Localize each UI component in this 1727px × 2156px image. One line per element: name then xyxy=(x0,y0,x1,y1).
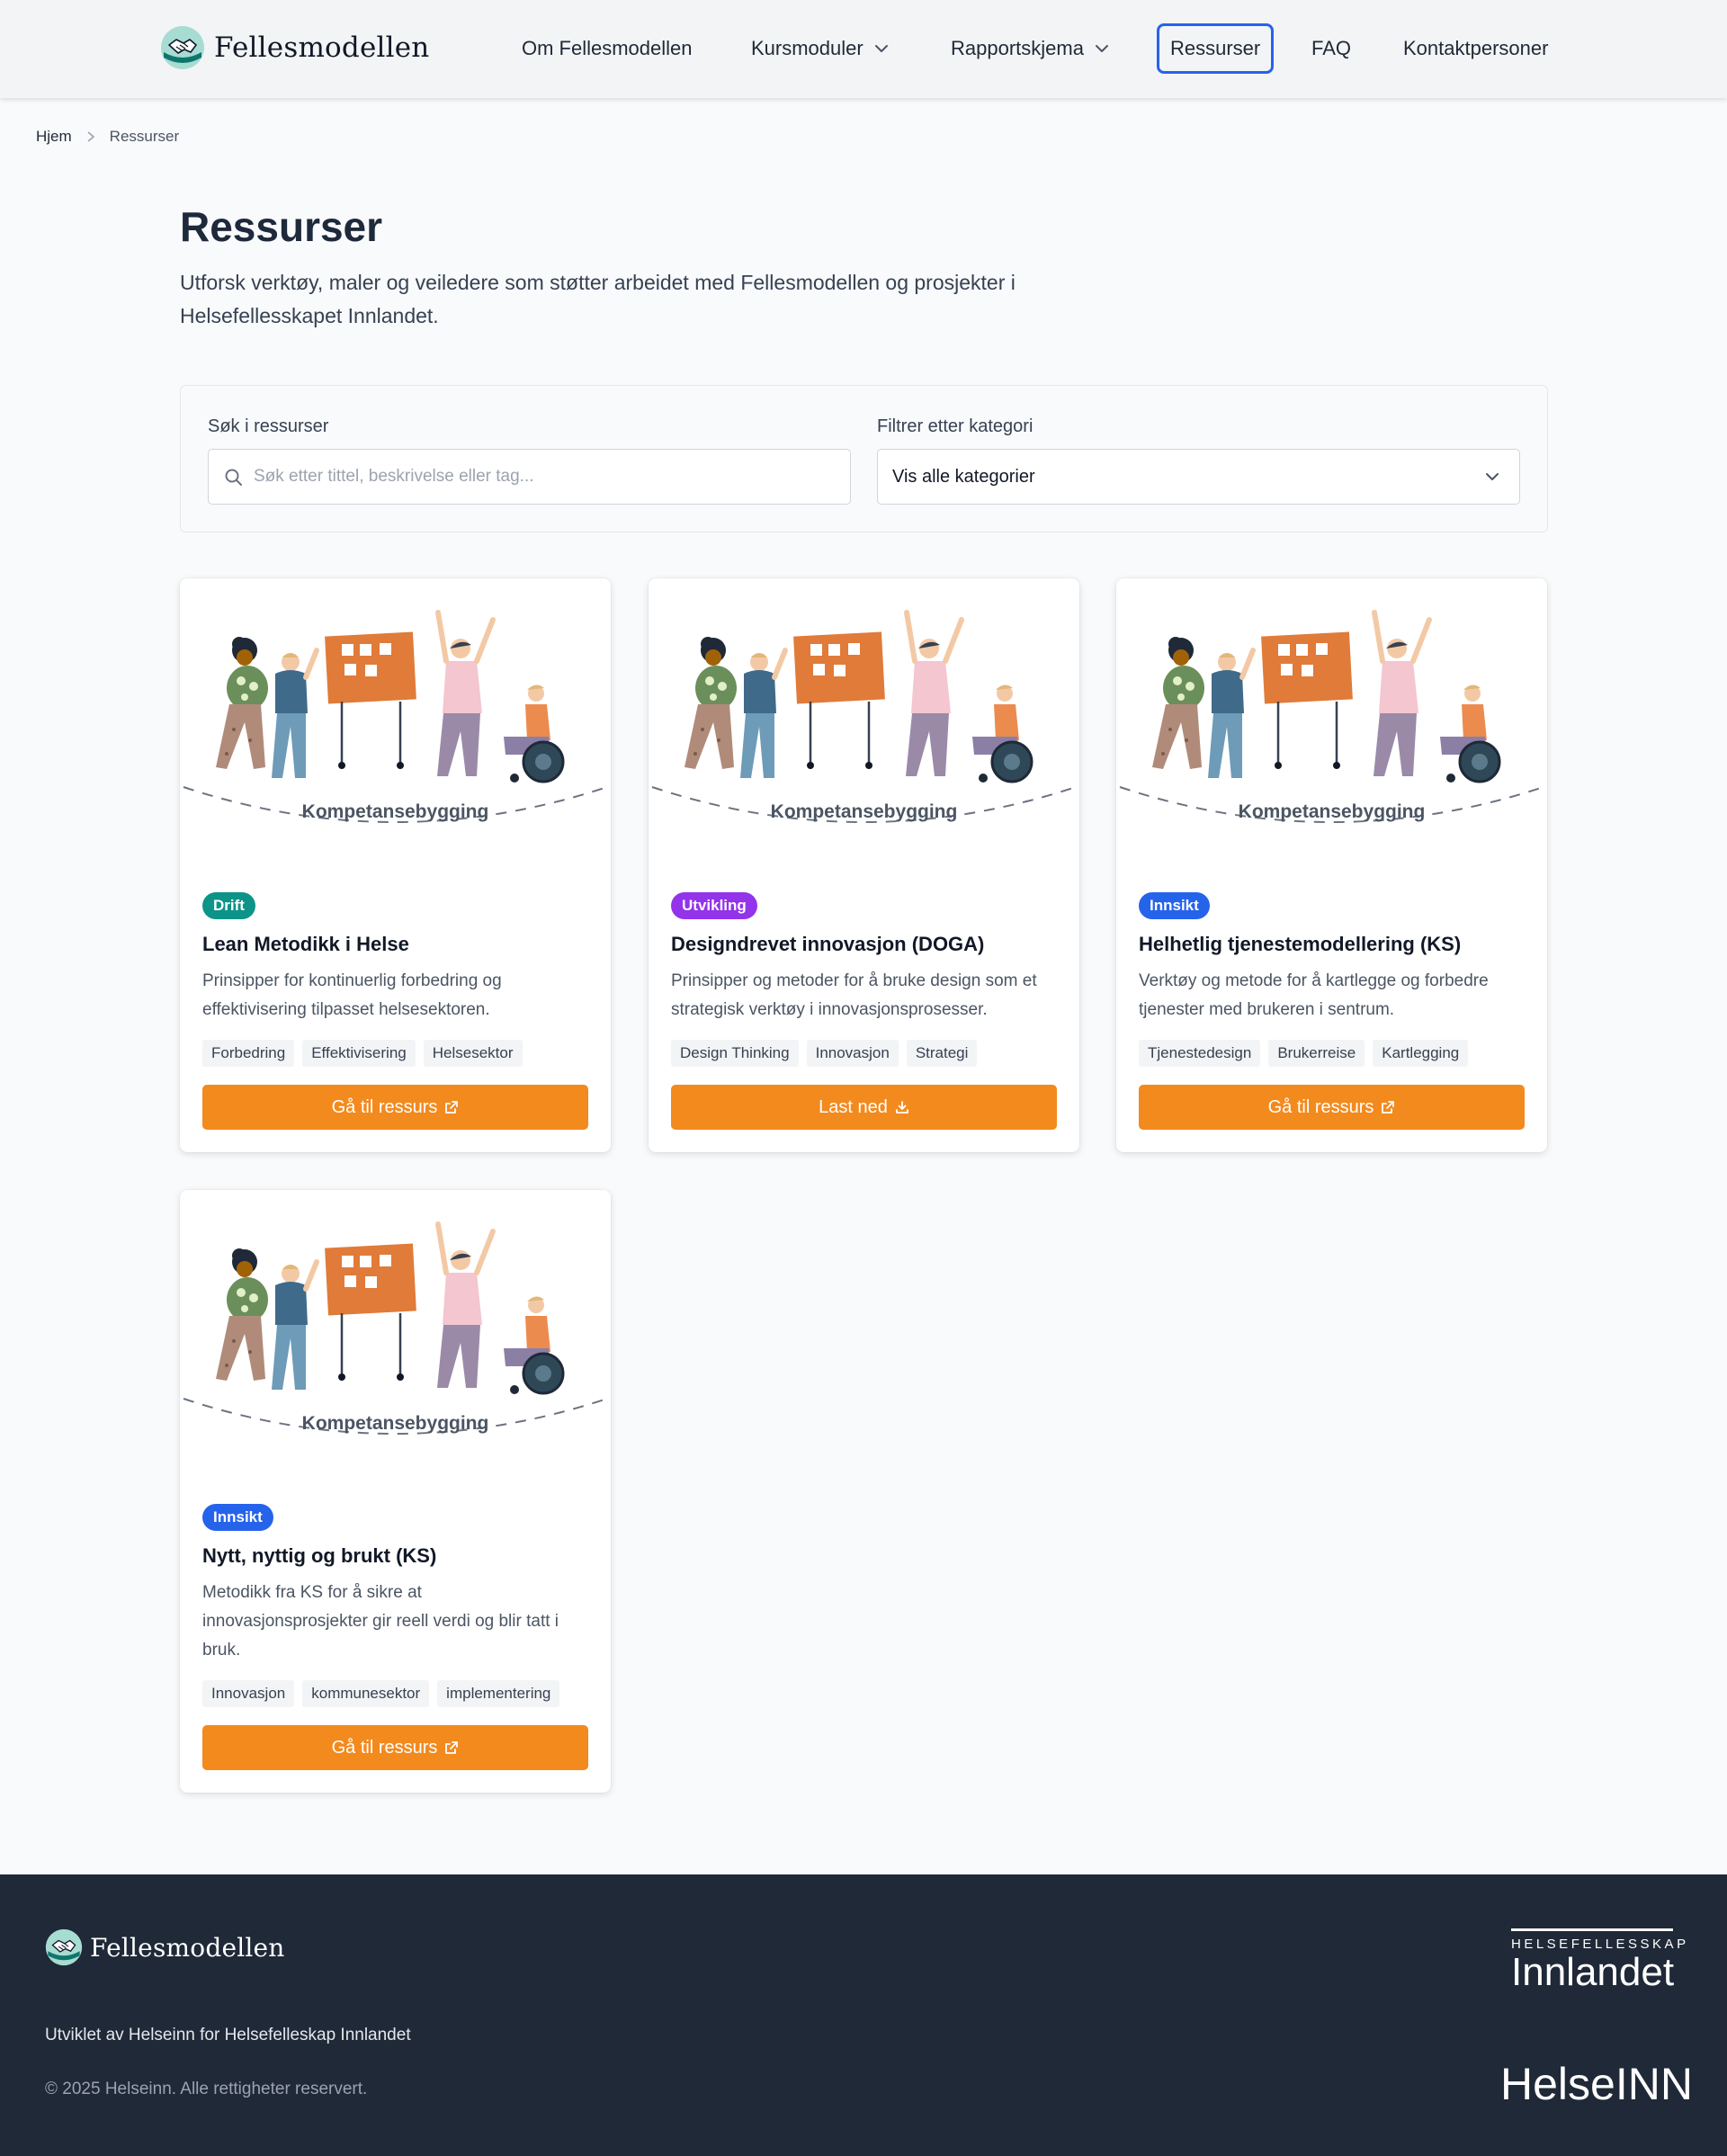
card-title: Designdrevet innovasjon (DOGA) xyxy=(671,933,985,955)
category-badge: Drift xyxy=(202,892,255,919)
external-link-icon xyxy=(444,1740,459,1755)
tag: Effektivisering xyxy=(302,1040,416,1067)
nav-kontaktpersoner[interactable]: Kontaktpersoner xyxy=(1403,23,1548,74)
breadcrumb-home-link[interactable]: Hjem xyxy=(36,128,72,146)
resource-card: Kompetansebygging Utvikling Designdrevet… xyxy=(649,578,1079,1152)
tag: Design Thinking xyxy=(671,1040,799,1067)
partner1-big-text: Innlandet xyxy=(1511,1950,1675,1994)
chevron-right-icon xyxy=(87,131,94,142)
breadcrumb-current: Ressurser xyxy=(109,128,180,145)
card-description: Verktøy og metode for å kartlegge og for… xyxy=(1139,971,1489,1019)
logo-bar xyxy=(1511,1928,1673,1931)
illustration-caption: Kompetansebygging xyxy=(301,801,489,822)
site-header: Fellesmodellen Om Fellesmodellen Kursmod… xyxy=(0,0,1727,98)
category-select-value: Vis alle kategorier xyxy=(892,467,1035,487)
tag: Innovasjon xyxy=(202,1680,295,1707)
tag: implementering xyxy=(437,1680,560,1707)
nav-kursmoduler[interactable]: Kursmoduler xyxy=(751,23,889,74)
external-link-icon xyxy=(1381,1100,1395,1114)
card-illustration: Kompetansebygging xyxy=(180,1190,611,1460)
tag: Helsesektor xyxy=(423,1040,523,1067)
nav-rapportskjema[interactable]: Rapportskjema xyxy=(951,23,1109,74)
tag: Forbedring xyxy=(202,1040,295,1067)
illustration-caption: Kompetansebygging xyxy=(770,801,958,822)
category-label: Filtrer etter kategori xyxy=(877,416,1034,436)
helsefellesskap-innlandet-logo: HELSEFELLESSKAP Innlandet xyxy=(1511,1928,1686,1994)
nav-label: Om Fellesmodellen xyxy=(522,37,693,59)
card-title: Helhetlig tjenestemodellering (KS) xyxy=(1139,933,1462,955)
helseinn-logo: HelseINN xyxy=(1500,2059,1693,2109)
category-badge: Innsikt xyxy=(202,1504,273,1531)
resource-card: Kompetansebygging Innsikt Helhetlig tjen… xyxy=(1116,578,1547,1152)
footer-brand[interactable]: Fellesmodellen xyxy=(45,1928,285,1966)
card-illustration: Kompetansebygging xyxy=(180,578,611,848)
button-label: Gå til ressurs xyxy=(331,1096,438,1117)
page-title: Ressurser xyxy=(180,203,383,250)
tag: Strategi xyxy=(906,1040,978,1067)
search-field[interactable] xyxy=(208,449,851,505)
page-intro: Utforsk verktøy, maler og veiledere som … xyxy=(180,271,1016,327)
card-description: Prinsipper for kontinuerlig forbedring o… xyxy=(202,971,502,1019)
tag: kommunesektor xyxy=(302,1680,430,1707)
search-icon xyxy=(225,469,242,486)
illustration-caption: Kompetansebygging xyxy=(301,1413,489,1434)
card-illustration: Kompetansebygging xyxy=(649,578,1079,848)
resource-card: Kompetansebygging Drift Lean Metodikk i … xyxy=(180,578,611,1152)
tag: Innovasjon xyxy=(806,1040,899,1067)
button-label: Gå til ressurs xyxy=(1267,1096,1374,1117)
chevron-down-icon xyxy=(1485,472,1499,481)
nav-label: Kursmoduler xyxy=(751,37,864,59)
footer-developed-by: Utviklet av Helseinn for Helsefelleskap … xyxy=(45,2026,411,2044)
search-input[interactable] xyxy=(254,459,829,495)
tag-list: Forbedring Effektivisering Helsesektor xyxy=(202,1040,523,1067)
breadcrumb: Hjem Ressurser xyxy=(36,128,179,146)
main-nav: Om Fellesmodellen Kursmoduler Rapportskj… xyxy=(0,23,1727,74)
button-label: Last ned xyxy=(819,1096,888,1117)
footer-copyright: © 2025 Helseinn. Alle rettigheter reserv… xyxy=(45,2080,368,2098)
download-button[interactable]: Last ned xyxy=(671,1085,1057,1130)
card-title: Nytt, nyttig og brukt (KS) xyxy=(202,1544,437,1567)
site-footer: Fellesmodellen Utviklet av Helseinn for … xyxy=(0,1874,1727,2156)
download-icon xyxy=(895,1100,909,1114)
footer-brand-name: Fellesmodellen xyxy=(90,1932,285,1963)
tag: Kartlegging xyxy=(1373,1040,1469,1067)
card-description: Metodikk fra KS for å sikre at innovasjo… xyxy=(202,1583,559,1659)
chevron-down-icon xyxy=(1095,44,1109,53)
tag-list: Tjenestedesign Brukerreise Kartlegging xyxy=(1139,1040,1469,1067)
fellesmodellen-logo-icon xyxy=(45,1928,83,1966)
resource-card: Kompetansebygging Innsikt Nytt, nyttig o… xyxy=(180,1190,611,1793)
go-to-resource-button[interactable]: Gå til ressurs xyxy=(1139,1085,1525,1130)
nav-label: FAQ xyxy=(1311,37,1352,59)
chevron-down-icon xyxy=(874,44,889,53)
search-label: Søk i ressurser xyxy=(208,416,329,436)
nav-label: Rapportskjema xyxy=(951,37,1084,59)
go-to-resource-button[interactable]: Gå til ressurs xyxy=(202,1725,588,1770)
card-title: Lean Metodikk i Helse xyxy=(202,933,409,955)
category-badge: Utvikling xyxy=(671,892,757,919)
category-badge: Innsikt xyxy=(1139,892,1210,919)
nav-label: Ressurser xyxy=(1170,37,1261,59)
card-description: Prinsipper og metoder for å bruke design… xyxy=(671,971,1037,1019)
tag: Brukerreise xyxy=(1268,1040,1365,1067)
nav-om-fellesmodellen[interactable]: Om Fellesmodellen xyxy=(522,23,693,74)
category-select[interactable]: Vis alle kategorier xyxy=(877,449,1520,505)
button-label: Gå til ressurs xyxy=(331,1737,438,1758)
filter-panel: Søk i ressurser Filtrer etter kategori V… xyxy=(180,385,1548,532)
nav-ressurser[interactable]: Ressurser xyxy=(1157,23,1275,74)
illustration-caption: Kompetansebygging xyxy=(1238,801,1426,822)
tag: Tjenestedesign xyxy=(1139,1040,1261,1067)
nav-label: Kontaktpersoner xyxy=(1403,37,1549,59)
go-to-resource-button[interactable]: Gå til ressurs xyxy=(202,1085,588,1130)
card-illustration: Kompetansebygging xyxy=(1116,578,1547,848)
tag-list: Design Thinking Innovasjon Strategi xyxy=(671,1040,978,1067)
tag-list: Innovasjon kommunesektor implementering xyxy=(202,1680,560,1707)
external-link-icon xyxy=(444,1100,459,1114)
nav-faq[interactable]: FAQ xyxy=(1311,23,1351,74)
